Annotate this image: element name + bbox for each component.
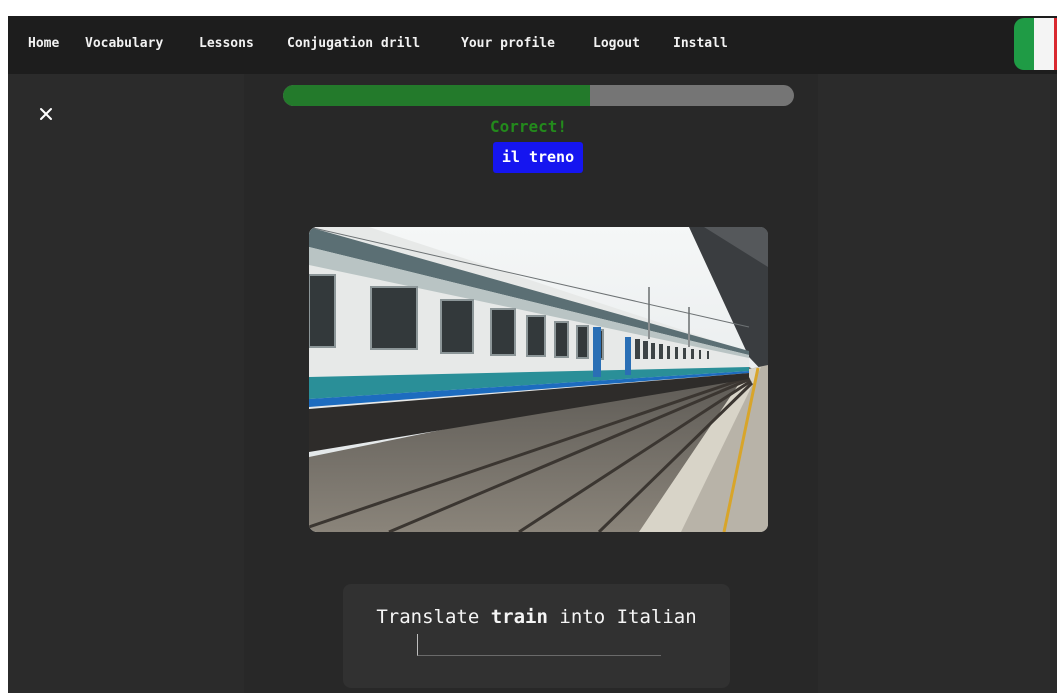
prompt-prefix: Translate bbox=[376, 606, 480, 628]
nav-your-profile[interactable]: Your profile bbox=[461, 36, 555, 51]
prompt-text: Translate train into Italian bbox=[343, 606, 730, 628]
nav-vocabulary[interactable]: Vocabulary bbox=[85, 36, 163, 51]
prompt-word: train bbox=[490, 606, 548, 628]
nav-install[interactable]: Install bbox=[673, 36, 728, 51]
nav-lessons[interactable]: Lessons bbox=[199, 36, 254, 51]
translate-prompt-card: Translate train into Italian bbox=[343, 584, 730, 688]
prompt-suffix: into Italian bbox=[559, 606, 697, 628]
italy-flag-icon[interactable] bbox=[1014, 18, 1057, 70]
nav-conjugation-drill[interactable]: Conjugation drill bbox=[287, 36, 420, 51]
left-panel bbox=[8, 74, 244, 693]
answer-input[interactable] bbox=[417, 634, 661, 656]
nav-home[interactable]: Home bbox=[28, 36, 59, 51]
app-window: Home Vocabulary Lessons Conjugation dril… bbox=[8, 16, 1057, 693]
feedback-text: Correct! bbox=[489, 117, 568, 136]
answer-badge: il treno bbox=[493, 142, 583, 173]
nav-logout[interactable]: Logout bbox=[593, 36, 640, 51]
progress-fill bbox=[283, 85, 590, 106]
right-panel bbox=[818, 74, 1057, 693]
train-photo bbox=[309, 227, 768, 532]
top-navbar: Home Vocabulary Lessons Conjugation dril… bbox=[8, 16, 1057, 74]
lesson-progress-bar bbox=[283, 85, 794, 106]
